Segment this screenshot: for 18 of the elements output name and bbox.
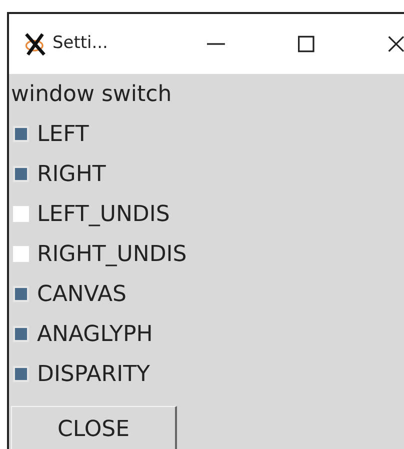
checkbox[interactable]: RIGHT_UNDIS bbox=[11, 234, 404, 274]
checkbox-box[interactable] bbox=[13, 326, 29, 342]
checkbox-box[interactable] bbox=[13, 366, 29, 382]
maximize-icon[interactable] bbox=[298, 34, 315, 54]
checkbox-box[interactable] bbox=[13, 286, 29, 302]
checkbox[interactable]: LEFT bbox=[11, 114, 404, 154]
close-icon[interactable] bbox=[388, 34, 404, 54]
checkbox-box[interactable] bbox=[13, 166, 29, 182]
checkbox-box[interactable] bbox=[13, 126, 29, 142]
checkbox[interactable]: DISPARITY bbox=[11, 354, 404, 394]
checkbox[interactable]: LEFT_UNDIS bbox=[11, 194, 404, 234]
minimize-icon[interactable] bbox=[207, 42, 226, 46]
checkbox[interactable]: RIGHT bbox=[11, 154, 404, 194]
checkbox[interactable]: ANAGLYPH bbox=[11, 314, 404, 354]
window-title: Setti... bbox=[52, 32, 109, 56]
section-label: window switch bbox=[11, 81, 173, 109]
checkbox[interactable]: CANVAS bbox=[11, 274, 404, 314]
close-button[interactable]: CLOSE bbox=[11, 406, 177, 449]
